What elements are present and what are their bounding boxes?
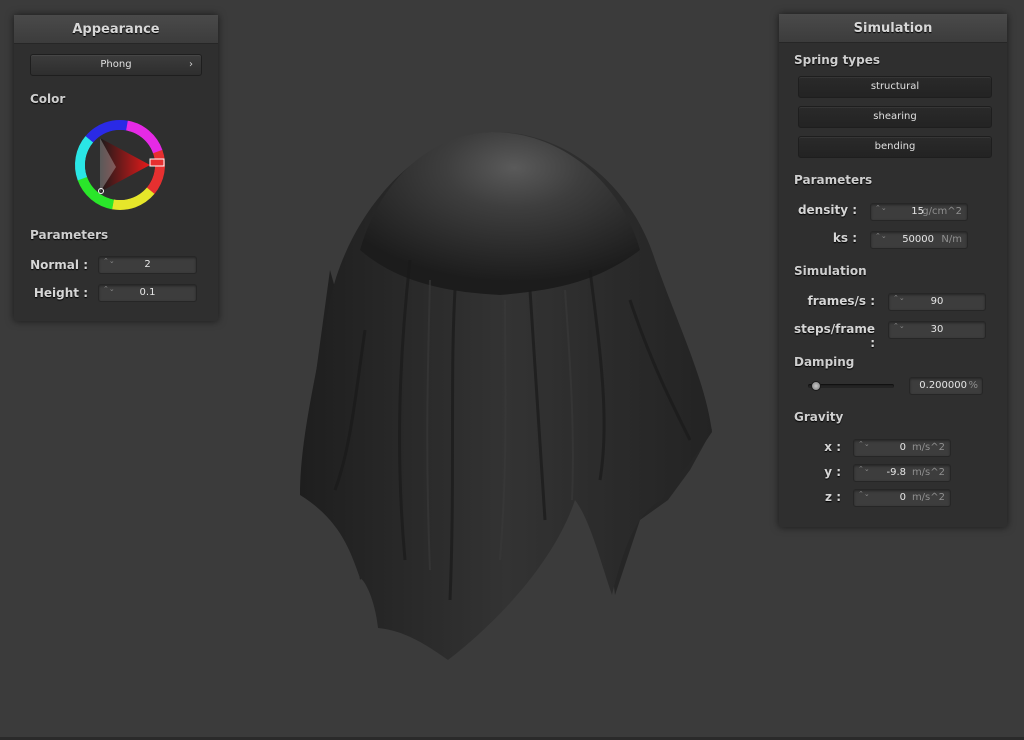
steps-input[interactable]: ⌃⌄ 30 [888,321,986,339]
gravity-y-label: y : [824,465,841,479]
gravity-y-value: -9.8 [886,467,906,478]
normal-input[interactable]: ⌃⌄ 2 [98,256,197,274]
gravity-y-input[interactable]: ⌃⌄ -9.8 m/s^2 [853,464,951,482]
ks-input[interactable]: ⌃⌄ 50000 N/m [870,231,968,249]
gravity-z-label: z : [825,490,841,504]
spinner-icon[interactable]: ⌃⌄ [858,441,870,448]
gravity-z-value: 0 [899,492,906,503]
gravity-x-unit: m/s^2 [911,442,945,453]
shader-select-button[interactable]: Phong › [30,54,202,76]
sim-parameters-label: Parameters [794,173,873,187]
steps-value: 30 [930,324,944,335]
normal-label: Normal : [30,258,88,272]
damping-unit: % [968,380,978,391]
height-value: 0.1 [139,287,156,298]
gravity-y-unit: m/s^2 [911,467,945,478]
ks-unit: N/m [941,234,962,245]
appearance-panel-title[interactable]: Appearance [14,15,218,44]
appearance-panel: Appearance Phong › Color Parameters Norm… [14,15,218,321]
spinner-icon[interactable]: ⌃⌄ [875,233,887,240]
steps-label: steps/frame : [793,322,875,350]
gravity-x-label: x : [824,440,841,454]
normal-value: 2 [144,259,151,270]
cloth-dome [360,132,640,295]
gravity-z-unit: m/s^2 [911,492,945,503]
density-input[interactable]: ⌃⌄ 15 g/cm^2 [870,203,968,221]
fps-input[interactable]: ⌃⌄ 90 [888,293,986,311]
gravity-x-value: 0 [899,442,906,453]
chevron-right-icon: › [189,59,193,70]
height-label: Height : [33,286,88,300]
gravity-z-input[interactable]: ⌃⌄ 0 m/s^2 [853,489,951,507]
spring-types-label: Spring types [794,53,881,67]
damping-slider-track[interactable] [808,384,894,388]
bending-button[interactable]: bending [798,136,992,158]
shader-select-label: Phong [100,59,132,70]
color-wheel[interactable] [72,117,168,213]
structural-button[interactable]: structural [798,76,992,98]
gravity-label: Gravity [794,410,844,424]
density-unit: g/cm^2 [922,206,962,217]
spinner-icon[interactable]: ⌃⌄ [858,466,870,473]
ks-label: ks : [832,231,857,245]
damping-label: Damping [794,355,855,369]
ks-value: 50000 [902,234,934,245]
damping-value: 0.200000 [919,380,967,391]
fps-label: frames/s : [807,294,875,308]
fps-value: 90 [930,296,944,307]
simulation-panel: Simulation Spring types structural shear… [779,14,1007,527]
color-section-label: Color [30,92,66,106]
hue-selector-handle[interactable] [149,158,165,167]
density-label: density : [797,203,857,217]
damping-input[interactable]: 0.200000 % [909,377,983,395]
spinner-icon[interactable]: ⌃⌄ [875,205,887,212]
shearing-button[interactable]: shearing [798,106,992,128]
simulation-section-label: Simulation [794,264,867,278]
appearance-parameters-label: Parameters [30,228,109,242]
spinner-icon[interactable]: ⌃⌄ [858,491,870,498]
damping-slider-knob[interactable] [810,381,821,391]
gravity-x-input[interactable]: ⌃⌄ 0 m/s^2 [853,439,951,457]
simulation-panel-title[interactable]: Simulation [779,14,1007,43]
height-input[interactable]: ⌃⌄ 0.1 [98,284,197,302]
